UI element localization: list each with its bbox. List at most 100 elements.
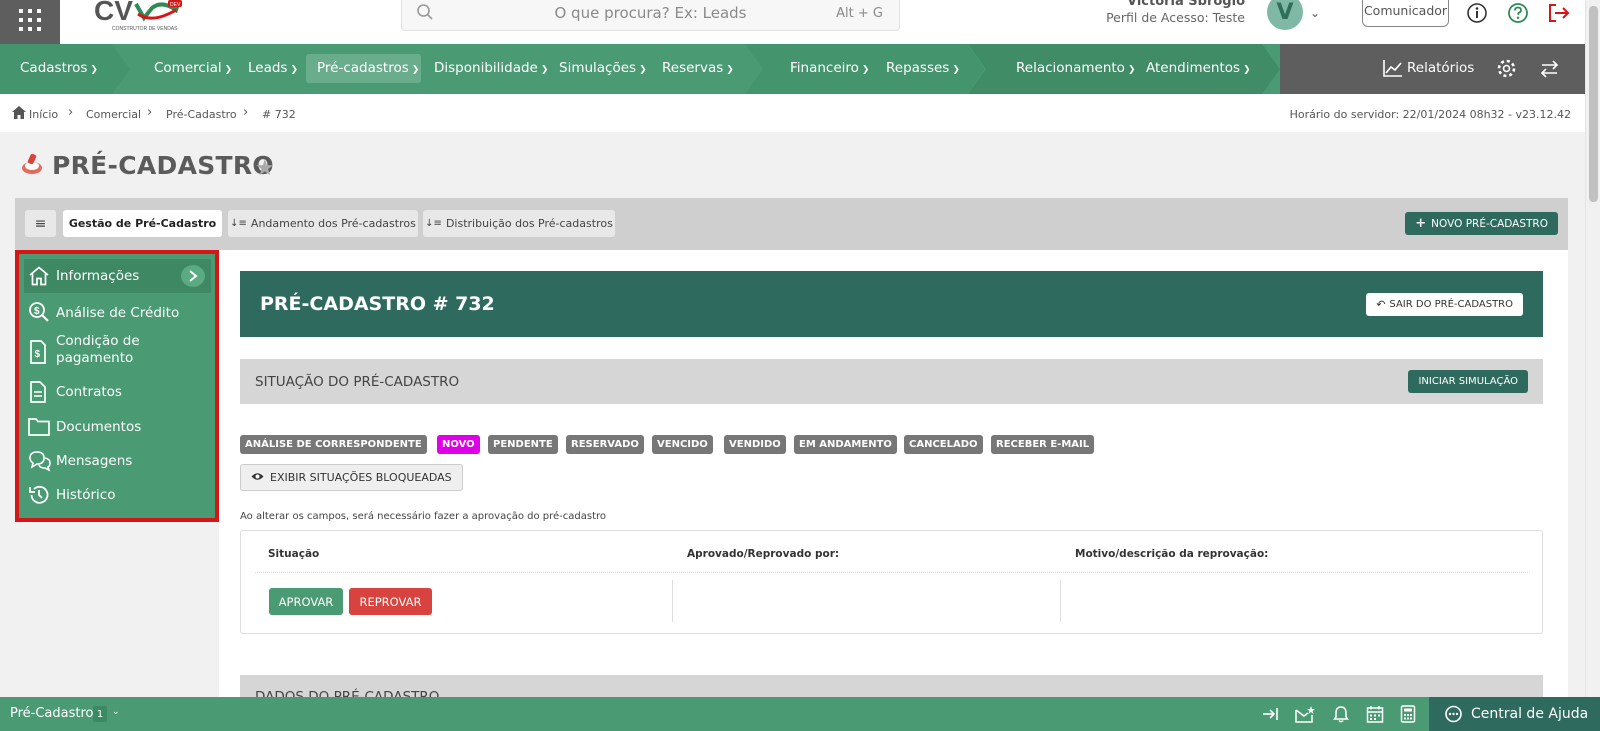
nav-label: Comercial <box>154 60 222 76</box>
bottom-pre-cadastro-label[interactable]: Pré-Cadastro <box>10 706 94 721</box>
avatar[interactable]: V <box>1267 0 1303 30</box>
tab-gestao[interactable]: Gestão de Pré-Cadastro <box>63 210 222 237</box>
cv-logo[interactable]: CV DEV CONSTRUTOR DE VENDAS <box>92 0 192 34</box>
aprovar-button[interactable]: APROVAR <box>269 588 343 615</box>
apps-grid-button[interactable] <box>0 0 60 44</box>
bell-icon[interactable] <box>1333 705 1349 727</box>
exibir-bloqueadas-button[interactable]: EXIBIR SITUAÇÕES BLOQUEADAS <box>240 464 463 491</box>
favorite-star-icon[interactable]: ★ <box>255 156 275 181</box>
undo-icon: ↶ <box>1376 298 1386 311</box>
sair-pre-cadastro-button[interactable]: ↶ SAIR DO PRÉ-CADASTRO <box>1366 293 1523 316</box>
status-badge[interactable]: RECEBER E-MAIL <box>991 435 1095 454</box>
nav-label: Pré-cadastros <box>317 60 409 76</box>
nav-pre-cadastros[interactable]: Pré-cadastros ❯ <box>317 60 419 76</box>
nav-disponibilidade[interactable]: Disponibilidade ❯ <box>434 60 548 76</box>
sidebar-item-mensagens[interactable]: Mensagens <box>24 444 211 478</box>
breadcrumb-comercial[interactable]: Comercial <box>86 108 141 121</box>
iniciar-simulacao-button[interactable]: INICIAR SIMULAÇÃO <box>1408 370 1528 393</box>
swap-icon[interactable] <box>1539 58 1560 83</box>
approval-box: Situação Aprovado/Reprovado por: Motivo/… <box>240 530 1543 634</box>
button-label: SAIR DO PRÉ-CADASTRO <box>1389 299 1513 310</box>
comunicador-button[interactable]: Comunicador <box>1362 0 1449 27</box>
chevron-down-icon: ❯ <box>90 65 98 75</box>
status-badge[interactable]: ANÁLISE DE CORRESPONDENTE <box>240 435 427 454</box>
nav-leads[interactable]: Leads ❯ <box>248 60 298 76</box>
sidebar-item-analise-credito[interactable]: $ Análise de Crédito <box>24 296 211 330</box>
gear-icon[interactable] <box>1496 58 1517 83</box>
sidebar-item-condicao-pagamento[interactable]: $ Condição de pagamento <box>24 330 211 374</box>
main-nav: Cadastros ❯ Comercial ❯ Leads ❯ Pré-cadastr… <box>0 44 1585 94</box>
logo-tagline: CONSTRUTOR DE VENDAS <box>112 26 178 32</box>
status-badge[interactable]: VENCIDO <box>652 435 713 454</box>
tabs-bar: ≡ Gestão de Pré-Cadastro ↓≡ Andamento dos… <box>15 198 1568 250</box>
nav-relatorios[interactable]: Relatórios <box>1407 60 1474 76</box>
status-badge[interactable]: NOVO <box>437 435 480 454</box>
chevron-right-icon: › <box>243 105 249 120</box>
nav-financeiro[interactable]: Financeiro ❯ <box>790 60 869 76</box>
hamburger-menu-button[interactable]: ≡ <box>25 210 56 237</box>
file-text-icon <box>28 381 48 407</box>
nav-comercial[interactable]: Comercial ❯ <box>154 60 232 76</box>
nav-simulacoes[interactable]: Simulações ❯ <box>559 60 647 76</box>
nav-reservas[interactable]: Reservas ❯ <box>662 60 734 76</box>
situation-title: SITUAÇÃO DO PRÉ-CADASTRO <box>255 374 460 390</box>
sidebar-item-informacoes[interactable]: Informações <box>24 259 211 293</box>
info-icon[interactable] <box>1466 2 1488 28</box>
chevron-down-icon: ❯ <box>411 65 420 75</box>
help-icon[interactable] <box>1507 2 1529 28</box>
sidebar-item-historico[interactable]: Histórico <box>24 478 211 512</box>
nav-right-section: Relatórios <box>1280 44 1585 94</box>
tab-andamento[interactable]: ↓≡ Andamento dos Pré-cadastros <box>228 210 418 237</box>
scrollbar-thumb[interactable] <box>1589 6 1598 202</box>
home-icon[interactable] <box>12 106 26 122</box>
novo-pre-cadastro-button[interactable]: + NOVO PRÉ-CADASTRO <box>1405 212 1558 235</box>
logo-badge: DEV <box>170 2 181 8</box>
nav-repasses[interactable]: Repasses ❯ <box>886 60 960 76</box>
nav-cadastros[interactable]: Cadastros ❯ <box>20 60 98 76</box>
history-icon <box>28 484 50 510</box>
page-scrollbar[interactable] <box>1585 0 1600 697</box>
tab-distribuicao[interactable]: ↓≡ Distribuição dos Pré-cadastros <box>423 210 615 237</box>
chevron-down-icon: ❯ <box>639 65 647 75</box>
home-icon <box>28 266 50 290</box>
status-badge[interactable]: CANCELADO <box>904 435 983 454</box>
user-info[interactable]: Victória Sbrogio Perfil de Acesso: Teste <box>1106 0 1245 25</box>
nav-relacionamento[interactable]: Relacionamento ❯ <box>1016 60 1135 76</box>
search-placeholder: O que procura? Ex: Leads <box>554 4 747 22</box>
sidebar-item-contratos[interactable]: Contratos <box>24 375 211 409</box>
col-motivo: Motivo/descrição da reprovação: <box>1075 548 1269 560</box>
chevron-right-icon: › <box>147 105 153 120</box>
tab-label: Andamento dos Pré-cadastros <box>250 217 416 230</box>
status-badge[interactable]: VENDIDO <box>724 435 786 454</box>
sort-icon: ↓≡ <box>230 218 247 229</box>
svg-text:$: $ <box>35 349 41 360</box>
left-side-menu: Informações $ Análise de Crédito $ Condi… <box>15 250 219 522</box>
chat-dots-icon <box>1444 705 1463 727</box>
svg-text:$: $ <box>34 306 40 317</box>
nav-atendimentos[interactable]: Atendimentos ❯ <box>1146 60 1251 76</box>
breadcrumb-pre-cadastro[interactable]: Pré-Cadastro <box>166 108 237 121</box>
breadcrumb-inicio[interactable]: Início <box>29 108 58 121</box>
chevron-down-icon[interactable]: ⌄ <box>1310 6 1320 20</box>
sidebar-item-documentos[interactable]: Documentos <box>24 410 211 444</box>
central-de-ajuda-button[interactable]: Central de Ajuda <box>1429 697 1600 731</box>
chevron-down-icon: ❯ <box>290 65 299 75</box>
divider <box>1060 580 1061 622</box>
chevron-down-icon: ❯ <box>224 65 233 75</box>
status-badge[interactable]: RESERVADO <box>566 435 644 454</box>
calculator-icon[interactable] <box>1400 705 1416 727</box>
col-situacao: Situação <box>268 548 320 560</box>
status-badge[interactable]: EM ANDAMENTO <box>794 435 897 454</box>
logo-text: CV <box>94 0 133 26</box>
pre-cadastro-header: PRÉ-CADASTRO # 732 ↶ SAIR DO PRÉ-CADASTRO <box>240 271 1543 337</box>
search-box[interactable]: O que procura? Ex: Leads Alt + G <box>401 0 900 31</box>
hamburger-icon: ≡ <box>34 215 47 232</box>
arrow-to-right-icon[interactable] <box>1261 705 1279 727</box>
reprovar-button[interactable]: REPROVAR <box>349 588 432 615</box>
status-badge[interactable]: PENDENTE <box>488 435 558 454</box>
sidebar-item-label: Mensagens <box>56 453 133 469</box>
mail-star-icon[interactable] <box>1295 705 1315 727</box>
chevron-down-icon[interactable]: ⌄ <box>112 707 120 717</box>
logout-icon[interactable] <box>1547 2 1571 28</box>
calendar-icon[interactable] <box>1366 705 1384 727</box>
